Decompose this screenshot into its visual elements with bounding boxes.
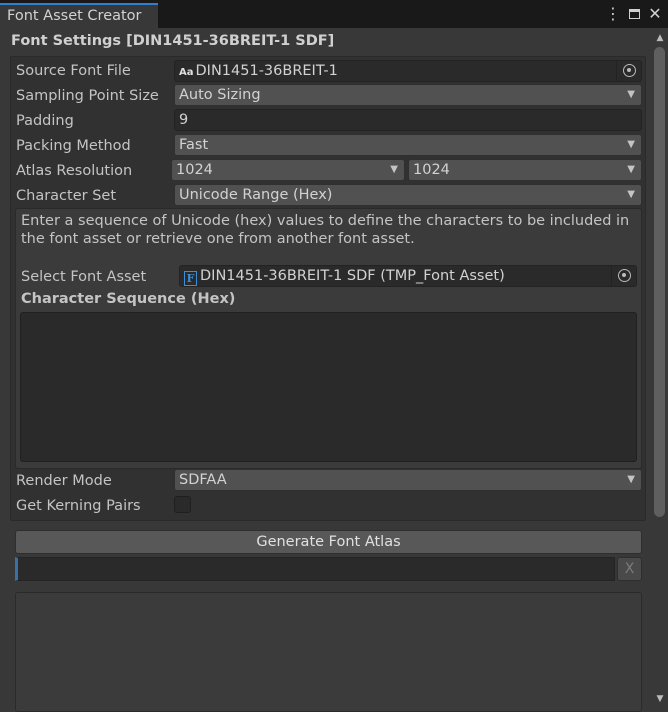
progress-bar — [15, 557, 615, 581]
object-picker-icon — [623, 64, 636, 77]
packing-method-label: Packing Method — [16, 138, 131, 154]
dropdown-arrow-icon: ▼ — [627, 189, 635, 200]
atlas-height-value: 1024 — [413, 162, 450, 178]
dropdown-arrow-icon: ▼ — [627, 139, 635, 150]
output-panel — [15, 592, 642, 712]
atlas-height-dropdown[interactable]: 1024 ▼ — [408, 159, 642, 181]
dropdown-arrow-icon: ▼ — [390, 164, 398, 175]
atlas-width-value: 1024 — [176, 162, 213, 178]
atlas-resolution-label: Atlas Resolution — [16, 163, 133, 179]
kerning-label: Get Kerning Pairs — [16, 498, 141, 514]
clear-button[interactable]: X — [617, 557, 642, 581]
packing-method-value: Fast — [179, 137, 209, 153]
character-sequence-label: Character Sequence (Hex) — [21, 291, 236, 307]
help-text: Enter a sequence of Unicode (hex) values… — [21, 213, 630, 247]
character-set-dropdown[interactable]: Unicode Range (Hex) ▼ — [174, 184, 642, 206]
sampling-point-size-label: Sampling Point Size — [16, 88, 159, 104]
padding-value: 9 — [179, 112, 189, 128]
character-set-value: Unicode Range (Hex) — [179, 187, 333, 203]
scroll-down-icon[interactable]: ▼ — [652, 693, 668, 705]
render-mode-value: SDFAA — [179, 472, 227, 488]
close-icon[interactable]: ✕ — [647, 3, 663, 25]
render-mode-label: Render Mode — [16, 473, 112, 489]
packing-method-dropdown[interactable]: Fast ▼ — [174, 134, 642, 156]
character-set-label: Character Set — [16, 188, 117, 204]
dropdown-arrow-icon: ▼ — [627, 474, 635, 485]
source-font-file-value: DIN1451-36BREIT-1 — [195, 63, 338, 79]
generate-font-atlas-button[interactable]: Generate Font Atlas — [15, 530, 642, 554]
sampling-point-size-dropdown[interactable]: Auto Sizing ▼ — [174, 84, 642, 106]
dropdown-arrow-icon: ▼ — [627, 89, 635, 100]
object-picker-button[interactable] — [611, 266, 636, 286]
atlas-width-dropdown[interactable]: 1024 ▼ — [171, 159, 405, 181]
select-font-asset-field[interactable]: F DIN1451-36BREIT-1 SDF (TMP_Font Asset) — [179, 265, 637, 287]
select-font-asset-value: DIN1451-36BREIT-1 SDF (TMP_Font Asset) — [200, 268, 505, 284]
font-file-icon: Aa — [179, 67, 194, 78]
scrollbar-thumb[interactable] — [654, 47, 665, 517]
scroll-up-icon[interactable]: ▲ — [652, 32, 668, 44]
dropdown-arrow-icon: ▼ — [627, 164, 635, 175]
page-title: Font Settings [DIN1451-36BREIT-1 SDF] — [11, 33, 335, 49]
character-sequence-textarea[interactable] — [20, 312, 637, 462]
tab-font-asset-creator[interactable]: Font Asset Creator — [0, 3, 158, 28]
padding-input[interactable]: 9 — [174, 109, 642, 131]
kebab-menu-icon[interactable]: ⋮ — [605, 3, 621, 25]
select-font-asset-label: Select Font Asset — [21, 269, 147, 285]
object-picker-icon — [618, 269, 631, 282]
render-mode-dropdown[interactable]: SDFAA ▼ — [174, 469, 642, 491]
padding-label: Padding — [16, 113, 74, 129]
source-font-file-label: Source Font File — [16, 63, 131, 79]
kerning-checkbox[interactable] — [174, 496, 191, 513]
tab-label: Font Asset Creator — [7, 8, 142, 24]
source-font-file-field[interactable]: Aa DIN1451-36BREIT-1 — [174, 60, 642, 82]
sampling-point-size-value: Auto Sizing — [179, 87, 261, 103]
maximize-icon[interactable] — [626, 3, 642, 25]
object-picker-button[interactable] — [616, 61, 641, 81]
font-asset-icon: F — [184, 271, 197, 286]
